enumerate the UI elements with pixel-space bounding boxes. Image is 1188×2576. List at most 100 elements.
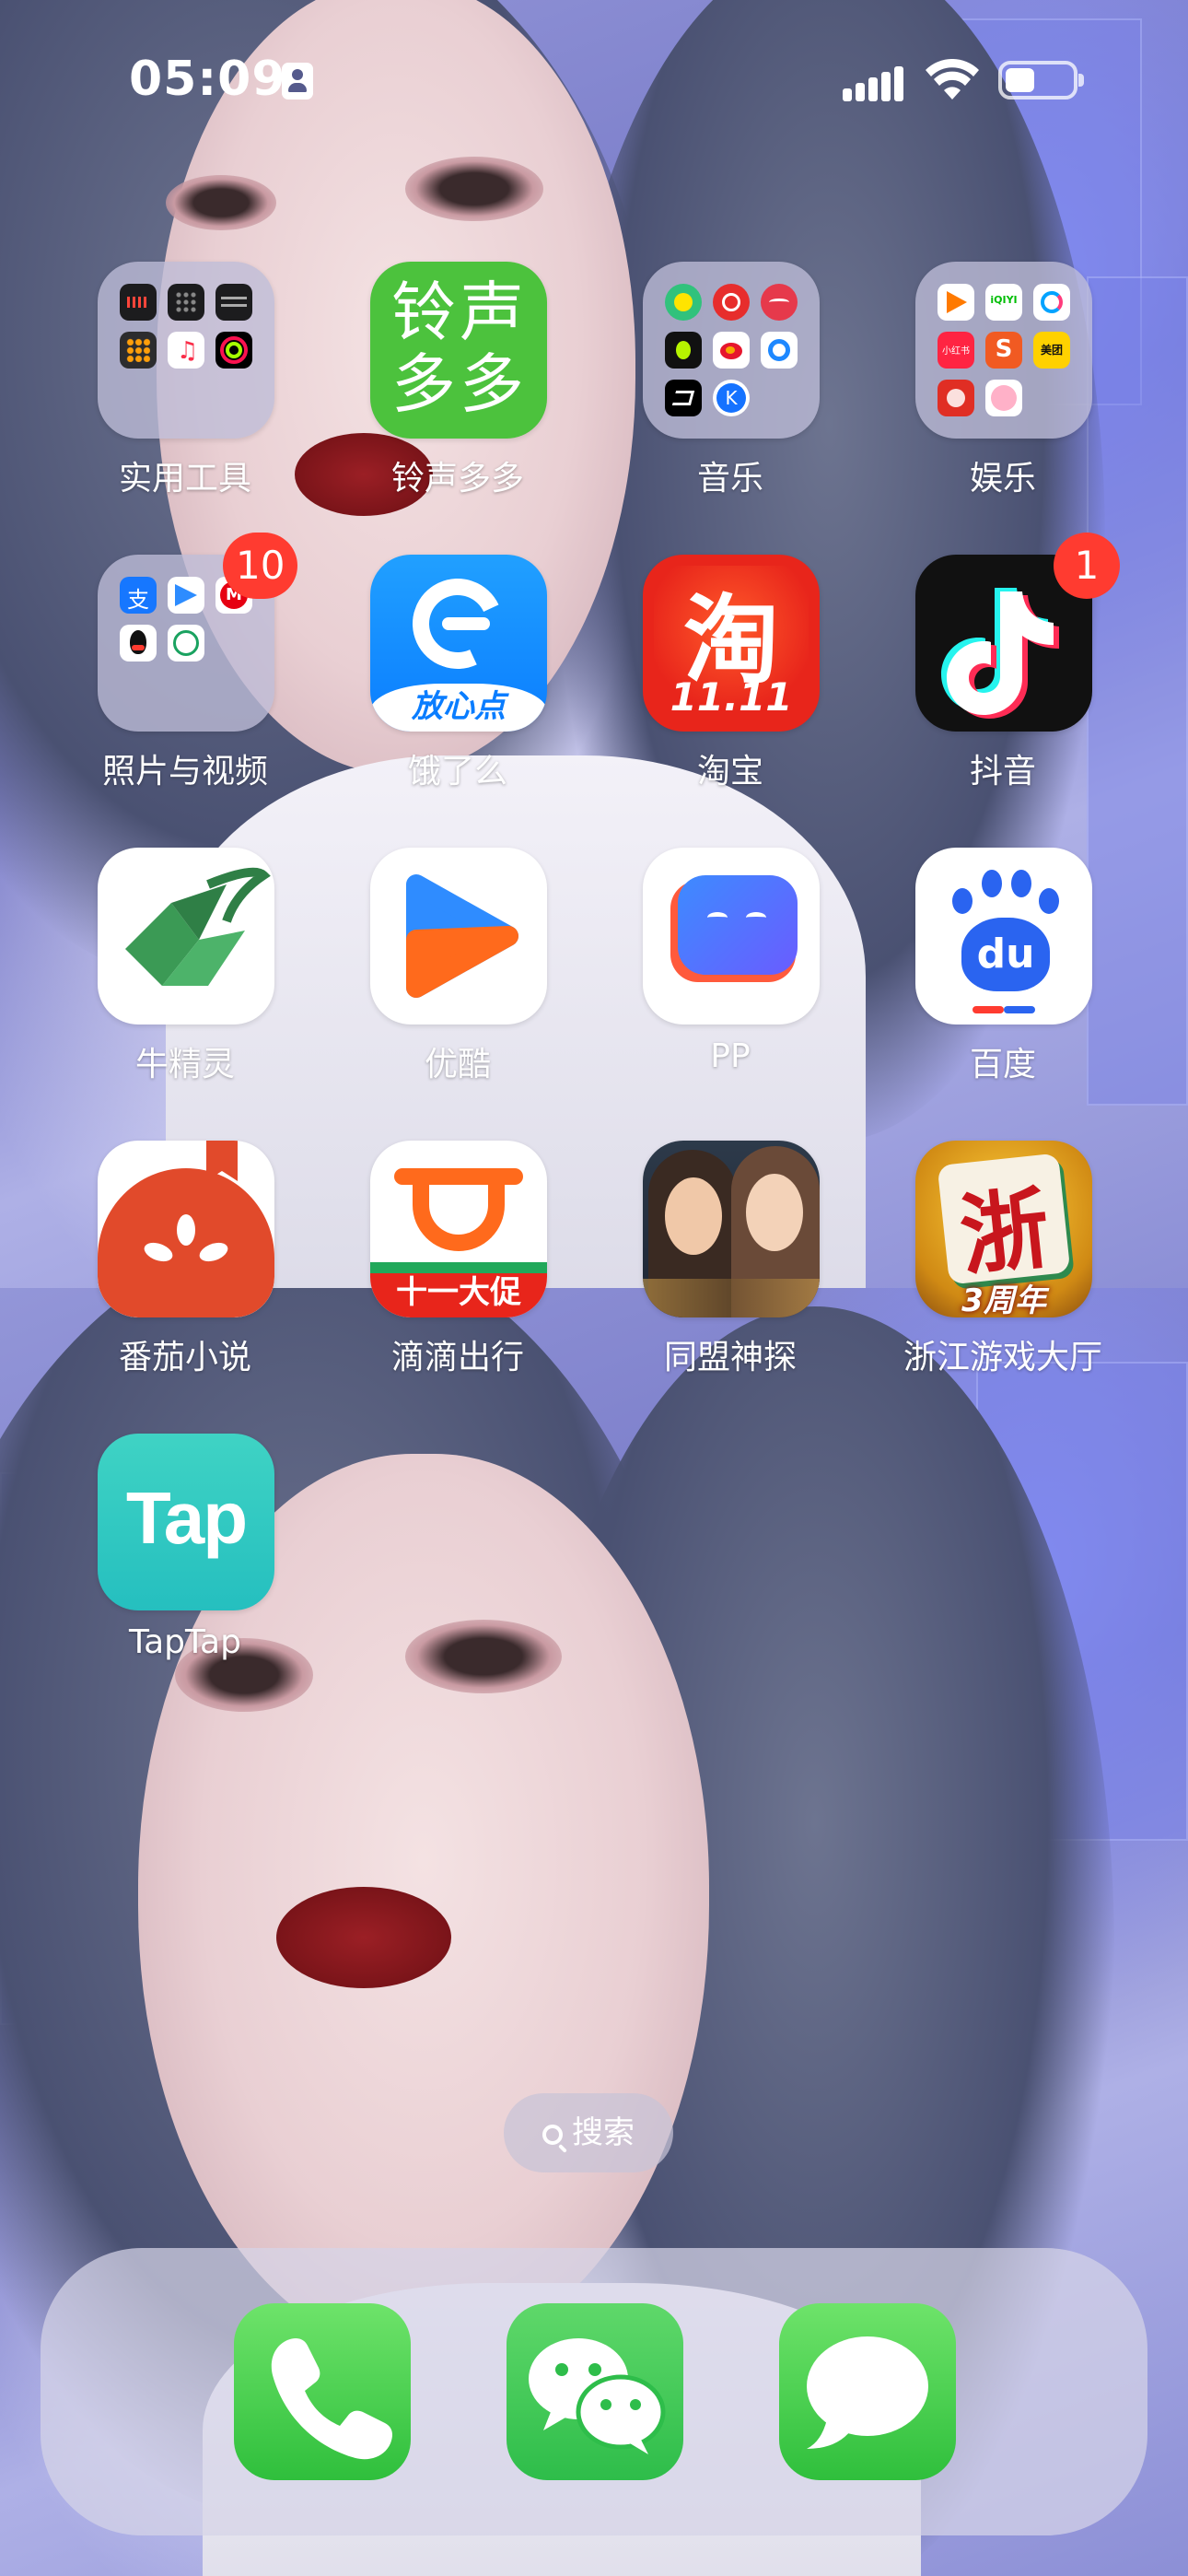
qq-music-icon	[665, 284, 702, 321]
weibo-icon	[713, 332, 750, 369]
app-label: 实用工具	[118, 460, 251, 498]
spotlight-search-button[interactable]: 搜索	[504, 2093, 673, 2172]
dock	[41, 2248, 1147, 2535]
zhejiang-icon-subtext: 3周年	[961, 1282, 1046, 1317]
meituan-icon: 美团	[1033, 332, 1070, 369]
search-label: 搜索	[572, 2114, 635, 2151]
qq-icon	[120, 625, 157, 662]
app-label: 百度	[969, 1046, 1036, 1083]
didi-icon-text: 十一大促	[396, 1274, 521, 1311]
folder-utilities[interactable]: ♫ 实用工具	[70, 262, 300, 510]
alipay-text: 支	[127, 587, 149, 613]
capcut-icon	[665, 380, 702, 416]
app-niujingling[interactable]: 牛精灵	[70, 848, 300, 1096]
qishui-icon	[665, 332, 702, 369]
app-taptap[interactable]: Tap TapTap	[70, 1434, 300, 1682]
xiaohongshu-text: 小红书	[942, 346, 970, 357]
lingsheng-icon: 铃声多多	[370, 262, 547, 439]
tongmeng-icon	[643, 1141, 820, 1317]
folder-entertainment[interactable]: iQIYI 小红书 S 美团 娱乐	[888, 262, 1118, 510]
app-youku[interactable]: 优酷	[343, 848, 573, 1096]
app-pp[interactable]: PP	[615, 848, 845, 1096]
niujingling-logo-icon	[125, 867, 271, 986]
kuwo-icon: K	[713, 380, 750, 416]
xiaohongshu-icon: 小红书	[938, 332, 974, 369]
sohu-icon: S	[985, 332, 1022, 369]
app-label: 音乐	[696, 460, 763, 498]
blue-arrow-icon	[168, 577, 204, 614]
status-bar: 05:09	[0, 0, 1188, 157]
taobao-icon-subtext: 11.11	[670, 674, 793, 720]
calculator-dots-icon	[168, 284, 204, 321]
iqiyi-text: iQIYI	[990, 294, 1018, 306]
fanqie-icon	[98, 1141, 274, 1317]
lingsheng-icon-text: 铃声多多	[391, 275, 528, 422]
app-label: 滴滴出行	[390, 1339, 524, 1376]
app-taobao[interactable]: 淘 11.11 淘宝	[615, 555, 845, 803]
app-fanqie[interactable]: 番茄小说	[70, 1141, 300, 1389]
notification-badge: 1	[1054, 533, 1120, 599]
alipay-icon: 支	[120, 577, 157, 614]
eleme-icon: 放心点	[370, 555, 547, 732]
app-lingsheng[interactable]: 铃声多多 铃声多多	[343, 262, 573, 510]
phone-icon	[271, 2338, 392, 2460]
app-douyin[interactable]: 1 抖音	[888, 533, 1120, 803]
eleme-icon-text: 放心点	[412, 688, 506, 725]
iqiyi-icon: iQIYI	[985, 284, 1022, 321]
tencent-video-icon	[938, 284, 974, 321]
baidu-icon: du	[915, 848, 1092, 1025]
pinduoduo-icon	[938, 380, 974, 416]
entertainment-folder-icon: iQIYI 小红书 S 美团	[915, 262, 1092, 439]
app-zhejiang-games[interactable]: 浙 3周年 浙江游戏大厅	[888, 1141, 1118, 1389]
music-folder-icon: K	[643, 262, 820, 439]
messages-icon	[807, 2336, 928, 2449]
zhejiang-games-icon: 浙 3周年	[915, 1141, 1092, 1317]
app-label: 牛精灵	[134, 1046, 235, 1083]
battery-level	[1006, 68, 1034, 92]
app-label: 番茄小说	[118, 1339, 251, 1376]
wechat-icon	[529, 2338, 666, 2454]
didi-icon: 十一大促	[370, 1141, 547, 1317]
search-icon	[542, 2125, 563, 2145]
dock-phone[interactable]	[234, 2303, 411, 2480]
kugou-icon	[761, 284, 798, 321]
app-label: 淘宝	[696, 753, 763, 790]
taptap-icon: Tap	[98, 1434, 274, 1610]
calculator-icon	[120, 332, 157, 369]
voice-memos-icon	[120, 284, 157, 321]
app-tongmeng[interactable]: 同盟神探	[615, 1141, 845, 1389]
migu-icon	[1033, 284, 1070, 321]
status-time: 05:09	[129, 52, 286, 107]
app-label: 铃声多多	[390, 460, 524, 498]
app-label: PP	[710, 1037, 751, 1075]
notification-badge: 10	[223, 533, 298, 599]
folder-photos-videos[interactable]: 支 M 10 照片与视频	[70, 533, 300, 803]
contact-card-icon	[282, 63, 313, 100]
taptap-icon-text: Tap	[125, 1477, 248, 1559]
activity-rings-icon	[215, 332, 252, 369]
zhejiang-icon-text: 浙	[955, 1177, 1054, 1289]
app-label: 优酷	[424, 1046, 491, 1083]
app-label: 饿了么	[407, 753, 507, 790]
stocks-icon	[215, 284, 252, 321]
battery-icon	[998, 61, 1084, 100]
niujingling-icon	[98, 848, 274, 1025]
baidu-icon-text: du	[976, 931, 1035, 978]
meituan-text: 美团	[1040, 344, 1063, 357]
blue-app-icon	[761, 332, 798, 369]
app-didi[interactable]: 十一大促 滴滴出行	[343, 1141, 573, 1389]
green-app-icon	[168, 625, 204, 662]
music-note-icon: ♫	[168, 332, 204, 369]
taobao-icon: 淘 11.11	[643, 555, 820, 732]
dock-messages[interactable]	[779, 2303, 956, 2480]
app-label: 娱乐	[969, 460, 1036, 498]
app-label: 抖音	[969, 753, 1036, 790]
pink-app-icon	[985, 380, 1022, 416]
folder-music[interactable]: K 音乐	[615, 262, 845, 510]
app-label: 浙江游戏大厅	[903, 1339, 1102, 1376]
dock-wechat[interactable]	[507, 2303, 683, 2480]
app-baidu[interactable]: du 百度	[888, 848, 1118, 1096]
netease-music-icon	[713, 284, 750, 321]
youku-icon	[370, 848, 547, 1025]
app-eleme[interactable]: 放心点 饿了么	[343, 555, 573, 803]
